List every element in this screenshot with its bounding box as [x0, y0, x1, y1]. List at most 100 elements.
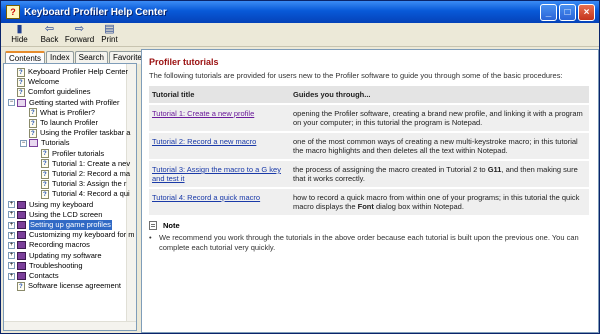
tree-item-label: Getting started with Profiler	[29, 97, 120, 107]
expand-icon[interactable]: +	[8, 221, 15, 229]
tree-item[interactable]: + Contacts	[8, 271, 59, 281]
maximize-button[interactable]: □	[559, 3, 576, 21]
tree-item[interactable]: + Using the LCD screen	[8, 210, 102, 220]
expand-icon[interactable]: +	[8, 241, 15, 249]
expand-icon[interactable]: +	[8, 252, 15, 260]
tree-item[interactable]: Tutorial 4: Record a qui	[32, 189, 130, 200]
open-book-icon	[29, 139, 38, 148]
table-row: Tutorial 3: Assign the macro to a G key …	[149, 161, 589, 187]
tree-item[interactable]: Profiler tutorials	[32, 149, 104, 159]
tutorial-4-link[interactable]: Tutorial 4: Record a quick macro	[152, 193, 260, 202]
table-row: Tutorial 4: Record a quick macro how to …	[149, 189, 589, 215]
tutorials-table: Tutorial title Guides you through... Tut…	[149, 84, 589, 217]
tree-item[interactable]: Keyboard Profiler Help Center	[8, 67, 128, 78]
book-icon	[17, 261, 26, 270]
tree-item[interactable]: Tutorial 3: Assign the r	[32, 179, 127, 190]
back-label: Back	[40, 35, 59, 44]
tree-item[interactable]: Tutorial 1: Create a nev	[32, 159, 130, 169]
column-header-title: Tutorial title	[149, 86, 290, 103]
forward-arrow-icon: ⇨	[74, 23, 85, 35]
expand-icon[interactable]: +	[8, 272, 15, 280]
table-row: Tutorial 1: Create a new profile opening…	[149, 105, 589, 131]
window-title: Keyboard Profiler Help Center	[24, 6, 167, 18]
intro-text: The following tutorials are provided for…	[149, 71, 563, 80]
desc-text: dialog box within Notepad.	[373, 202, 464, 211]
tree-item-label: Using my keyboard	[29, 199, 94, 209]
print-button[interactable]: ▤ Print	[95, 23, 124, 44]
back-arrow-icon: ⇦	[44, 23, 55, 35]
tree-item[interactable]: Comfort guidelines	[8, 87, 91, 98]
collapse-icon[interactable]: −	[20, 139, 27, 147]
table-row: Tutorial 2: Record a new macro one of th…	[149, 133, 589, 159]
desc-bold: G11	[487, 165, 502, 174]
hide-button[interactable]: ▮ Hide	[5, 23, 34, 44]
tree-item[interactable]: + Customizing my keyboard for m	[8, 230, 134, 240]
tutorial-3-link[interactable]: Tutorial 3: Assign the macro to a G key …	[152, 165, 281, 183]
desc-text: the process of assigning the macro creat…	[293, 165, 488, 174]
tutorial-3-desc: the process of assigning the macro creat…	[290, 161, 589, 187]
tree-item-label: Tutorial 3: Assign the r	[52, 179, 127, 189]
collapse-icon[interactable]: −	[8, 99, 15, 107]
expand-icon[interactable]: +	[8, 231, 15, 239]
tree-item[interactable]: Software license agreement	[8, 281, 121, 292]
tree-item[interactable]: + Recording macros	[8, 240, 90, 250]
book-icon	[17, 200, 26, 209]
book-icon	[17, 221, 26, 229]
column-header-guides: Guides you through...	[290, 86, 589, 103]
help-page-icon	[17, 281, 25, 292]
navigation-pane: Contents Index Search Favorites Keyboard…	[3, 49, 150, 333]
tree-item-label: Profiler tutorials	[52, 148, 105, 158]
tree-item[interactable]: Using the Profiler taskbar a	[20, 128, 131, 139]
tree-item[interactable]: + Using my keyboard	[8, 200, 93, 210]
bullet-icon: •	[149, 233, 152, 242]
note-title: Note	[163, 221, 180, 230]
help-page-icon	[17, 77, 25, 88]
tree-item-label: Setting up game profiles	[29, 220, 112, 230]
expand-icon[interactable]: +	[8, 262, 15, 270]
tree-item-label: Using the Profiler taskbar a	[40, 128, 131, 138]
tree-item-label: Comfort guidelines	[28, 87, 91, 97]
tree-horizontal-scrollbar[interactable]	[4, 321, 136, 330]
tree-item-label: Troubleshooting	[29, 260, 83, 270]
forward-button[interactable]: ⇨ Forward	[65, 23, 94, 44]
help-page-icon	[41, 169, 49, 180]
help-page-icon	[41, 159, 49, 169]
expand-icon[interactable]: +	[8, 211, 15, 219]
expand-icon[interactable]: +	[8, 201, 15, 209]
tree-item-label: Using the LCD screen	[29, 209, 103, 219]
tree-item-label: Welcome	[28, 77, 60, 87]
help-page-icon	[17, 87, 25, 98]
tutorial-1-desc: opening the Profiler software, creating …	[290, 105, 589, 131]
tree-item-label: Tutorial 1: Create a nev	[52, 158, 131, 168]
topic-pane: Profiler tutorials The following tutoria…	[141, 49, 599, 333]
tutorial-2-desc: one of the most common ways of creating …	[290, 133, 589, 159]
tree-item[interactable]: − Tutorials	[20, 138, 69, 148]
help-page-icon	[17, 67, 25, 78]
tree-item[interactable]: + Setting up game profiles	[8, 220, 112, 230]
minimize-button[interactable]: _	[540, 3, 557, 21]
note-text: We recommend you work through the tutori…	[159, 233, 579, 252]
tree-item[interactable]: + Troubleshooting	[8, 261, 83, 271]
page-title: Profiler tutorials	[149, 57, 219, 67]
tree-item-label: Tutorial 2: Record a ma	[52, 169, 131, 178]
tutorial-2-link[interactable]: Tutorial 2: Record a new macro	[152, 137, 256, 146]
tree-item[interactable]: Welcome	[8, 77, 60, 88]
tree-item[interactable]: − Getting started with Profiler	[8, 98, 119, 108]
tutorial-1-link[interactable]: Tutorial 1: Create a new profile	[152, 109, 254, 118]
hide-label: Hide	[11, 35, 28, 44]
desc-bold: Font	[357, 202, 374, 211]
help-page-icon	[29, 108, 37, 118]
book-icon	[17, 251, 26, 260]
help-window: ? Keyboard Profiler Help Center _ □ × ▮ …	[0, 0, 600, 334]
tree-item-label: Contacts	[29, 271, 59, 280]
close-button[interactable]: ×	[578, 3, 595, 21]
tree-item[interactable]: Tutorial 2: Record a ma	[32, 169, 131, 180]
hide-icon: ▮	[16, 23, 23, 35]
tree-item[interactable]: + Updating my software	[8, 251, 102, 261]
tree-item[interactable]: To launch Profiler	[20, 118, 98, 129]
tree-item[interactable]: What is Profiler?	[20, 108, 95, 118]
tree-item-label: Recording macros	[29, 240, 90, 250]
back-button[interactable]: ⇦ Back	[35, 23, 64, 44]
contents-tree[interactable]: Keyboard Profiler Help CenterWelcomeComf…	[3, 63, 137, 331]
tree-item-label: What is Profiler?	[40, 107, 96, 117]
